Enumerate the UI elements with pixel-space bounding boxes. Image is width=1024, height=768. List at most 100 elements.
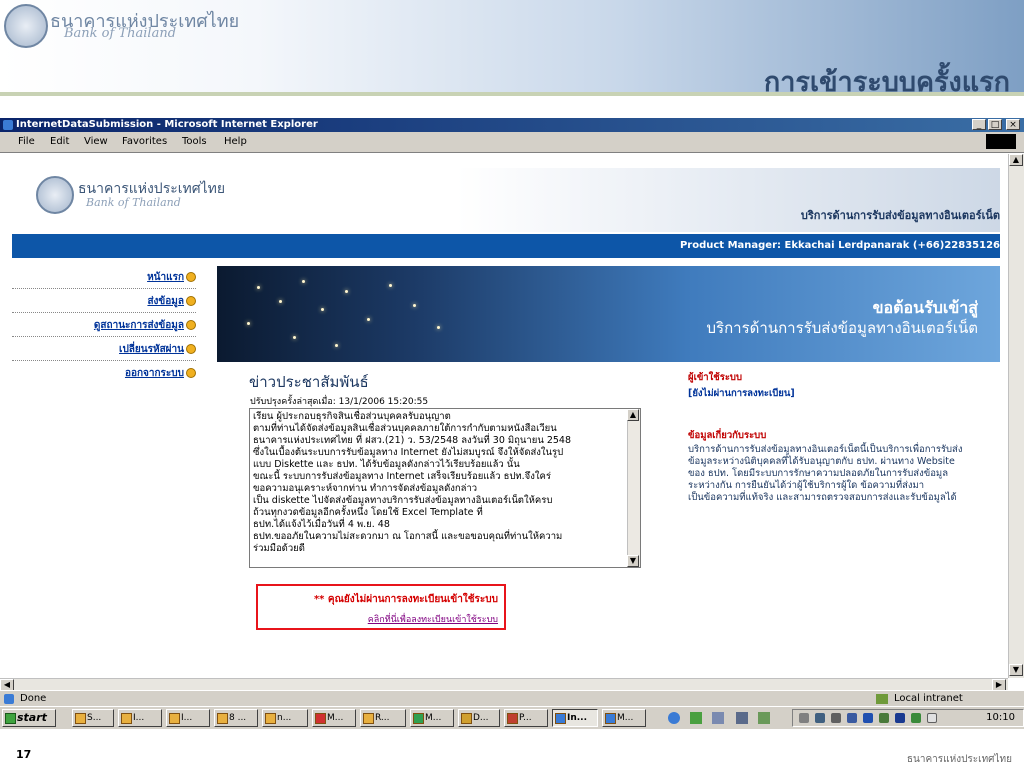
quicklaunch-icon[interactable] [690, 712, 702, 724]
taskbar-button[interactable]: P... [504, 709, 548, 727]
news-line: ตามที่ท่านได้จัดส่งข้อมูลสินเชื่อส่วนบุค… [253, 423, 557, 434]
page-info-bar: Product Manager: Ekkachai Lerdpanarak (+… [12, 234, 1000, 258]
menu-help[interactable]: Help [224, 136, 247, 147]
menu-view[interactable]: View [84, 136, 108, 147]
taskbar-label: In... [567, 713, 588, 723]
system-tray: 10:10 [792, 709, 1024, 727]
page-done-icon [4, 694, 14, 704]
page-vertical-scrollbar[interactable]: ▲ ▼ [1008, 154, 1024, 678]
system-info-line: ระหว่างกัน การยืนยันได้ว่าผู้ใช้บริการผู… [688, 480, 925, 491]
scroll-down-icon[interactable]: ▼ [627, 555, 639, 567]
taskbar-button[interactable]: M... [602, 709, 646, 727]
news-line: ธปท.ขออภัยในความไม่สะดวกมา ณ โอกาสนี้ แล… [253, 531, 563, 542]
menu-edit[interactable]: Edit [50, 136, 69, 147]
quicklaunch-icon[interactable] [712, 712, 724, 724]
menu-tools[interactable]: Tools [182, 136, 207, 147]
slide-title: การเข้าระบบครั้งแรก [763, 67, 1010, 98]
browser-menubar: File Edit View Favorites Tools Help [0, 132, 1024, 153]
system-info-line: เป็นข้อความที่แท้จริง และสามารถตรวจสอบกา… [688, 492, 957, 503]
slide-footer: ธนาคารแห่งประเทศไทย [906, 754, 1012, 765]
browser-titlebar[interactable]: InternetDataSubmission - Microsoft Inter… [0, 118, 1024, 132]
hero-service-text: บริการด้านการรับส่งข้อมูลทางอินเตอร์เน็ต [706, 319, 978, 337]
nav-change-password[interactable]: เปลี่ยนรหัสผ่าน [119, 342, 196, 357]
browser-title: InternetDataSubmission - Microsoft Inter… [16, 119, 318, 130]
taskbar-label: 8 ... [229, 713, 247, 723]
mail-icon[interactable] [927, 713, 937, 723]
scroll-down-icon[interactable]: ▼ [1009, 664, 1023, 676]
register-link[interactable]: คลิกที่นี่เพื่อลงทะเบียนเข้าใช้ระบบ [368, 612, 498, 626]
close-button[interactable]: × [1006, 119, 1020, 130]
page-brand-en: Bank of Thailand [86, 196, 181, 209]
nav-divider [12, 336, 196, 337]
maximize-button[interactable]: □ [988, 119, 1002, 130]
taskbar-button[interactable]: 8 ... [214, 709, 258, 727]
ie-icon [3, 120, 13, 130]
app-icon [75, 713, 86, 724]
taskbar-label: M... [425, 713, 442, 723]
scroll-up-icon[interactable]: ▲ [627, 409, 639, 421]
tray-icon[interactable] [863, 713, 873, 723]
nav-logout[interactable]: ออกจากระบบ [125, 366, 196, 381]
fiber-light [321, 308, 324, 311]
news-line: ซึ่งในเบื้องต้นระบบการรับข้อมูลทาง Inter… [253, 447, 564, 458]
zone-text: Local intranet [894, 693, 963, 704]
tray-icon[interactable] [815, 713, 825, 723]
taskbar-label: n... [277, 713, 292, 723]
start-button[interactable]: start [2, 709, 56, 727]
taskbar-button[interactable]: M... [312, 709, 356, 727]
bullet-icon [186, 368, 196, 378]
quicklaunch-icon[interactable] [758, 712, 770, 724]
bullet-icon [186, 272, 196, 282]
menu-favorites[interactable]: Favorites [122, 136, 167, 147]
news-updated: ปรับปรุงครั้งล่าสุดเมื่อ: 13/1/2006 15:2… [250, 397, 429, 407]
mail-icon [363, 713, 374, 724]
browser-statusbar: Done Local intranet [0, 690, 1024, 707]
tray-icon[interactable] [847, 713, 857, 723]
nav-divider [12, 312, 196, 313]
menu-file[interactable]: File [18, 136, 35, 147]
nav-send-status[interactable]: ดูสถานะการส่งข้อมูล [94, 318, 196, 333]
nav-send-data[interactable]: ส่งข้อมูล [147, 294, 196, 309]
users-status-link[interactable]: [ยังไม่ผ่านการลงทะเบียน] [688, 386, 795, 401]
scroll-up-icon[interactable]: ▲ [1009, 154, 1023, 166]
bullet-icon [186, 344, 196, 354]
news-line: ขณะนี้ ระบบการรับส่งข้อมูลทาง Internet เ… [253, 471, 551, 482]
nav-change-password-label: เปลี่ยนรหัสผ่าน [119, 344, 184, 355]
bullet-icon [186, 296, 196, 306]
fiber-light [279, 300, 282, 303]
app-icon [217, 713, 228, 724]
tray-icon[interactable] [911, 713, 921, 723]
tray-icon[interactable] [799, 713, 809, 723]
taskbar-label: P... [519, 713, 532, 723]
tray-icon[interactable] [879, 713, 889, 723]
taskbar-button[interactable]: M... [410, 709, 454, 727]
slide-number: 17 [16, 748, 32, 761]
taskbar-button[interactable]: n... [262, 709, 308, 727]
page-banner: ธนาคารแห่งประเทศไทย Bank of Thailand บริ… [12, 168, 1000, 232]
tray-icon[interactable] [831, 713, 841, 723]
news-line: เรียน ผู้ประกอบธุรกิจสินเชื่อส่วนบุคคลรั… [253, 411, 451, 422]
nav-home[interactable]: หน้าแรก [147, 270, 196, 285]
minimize-button[interactable]: _ [972, 119, 986, 130]
taskbar-button[interactable]: D... [458, 709, 500, 727]
ie-icon [555, 713, 566, 724]
fiber-light [413, 304, 416, 307]
taskbar-label: M... [327, 713, 344, 723]
news-scrollbar[interactable]: ▲ ▼ [627, 409, 640, 567]
page-bank-seal-icon [36, 176, 74, 214]
taskbar-button-active[interactable]: In... [552, 709, 598, 727]
users-title: ผู้เข้าใช้ระบบ [688, 372, 742, 383]
clock: 10:10 [986, 712, 1015, 723]
app-icon [461, 713, 472, 724]
slide-brand-en: Bank of Thailand [64, 26, 177, 41]
taskbar-button[interactable]: R... [360, 709, 406, 727]
taskbar-label: R... [375, 713, 390, 723]
taskbar-label: D... [473, 713, 489, 723]
taskbar-button[interactable]: I... [166, 709, 210, 727]
news-textarea[interactable]: เรียน ผู้ประกอบธุรกิจสินเชื่อส่วนบุคคลรั… [249, 408, 641, 568]
quicklaunch-icon[interactable] [736, 712, 748, 724]
quicklaunch-ie-icon[interactable] [668, 712, 680, 724]
taskbar-button[interactable]: S... [72, 709, 114, 727]
language-icon[interactable] [895, 713, 905, 723]
taskbar-button[interactable]: I... [118, 709, 162, 727]
